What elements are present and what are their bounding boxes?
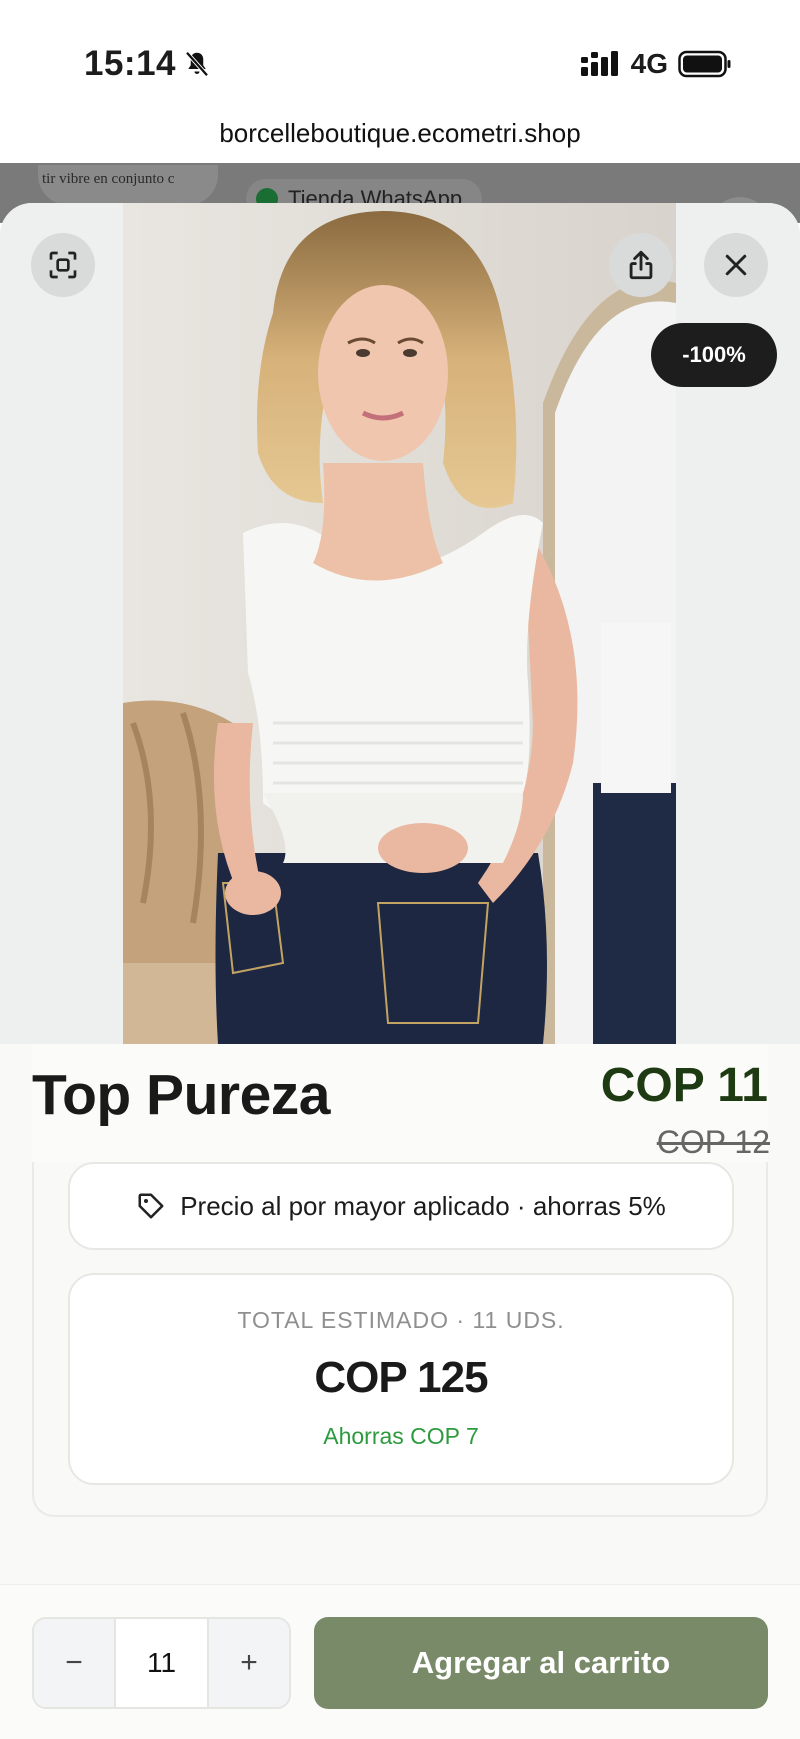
product-title: Top Pureza (32, 1063, 330, 1127)
product-photo-illustration (123, 203, 676, 1044)
close-icon (725, 254, 747, 276)
product-modal: -100% Top Pureza COP 11 COP 12 Precio al… (0, 203, 800, 1739)
status-time: 15:14 (84, 44, 177, 83)
battery-icon (678, 50, 731, 78)
price-original: COP 12 (656, 1124, 770, 1160)
status-indicators: 4G (580, 48, 732, 80)
product-image-area: -100% (0, 203, 800, 1044)
expand-icon (49, 251, 77, 279)
decrement-button[interactable]: − (34, 1619, 114, 1707)
estimated-total-label: TOTAL ESTIMADO · 11 UDS. (237, 1307, 565, 1333)
status-time-group: 15:14 (84, 44, 212, 84)
browser-url[interactable]: borcelleboutique.ecometri.shop (0, 118, 800, 149)
discount-badge: -100% (651, 323, 777, 387)
add-to-cart-button[interactable]: Agregar al carrito (314, 1617, 768, 1709)
wholesale-notice-text: Precio al por mayor aplicado · ahorras 5… (180, 1190, 666, 1221)
cart-bar: − 11 + Agregar al carrito (0, 1584, 800, 1739)
fullscreen-button[interactable] (31, 233, 95, 297)
close-button[interactable] (704, 233, 768, 297)
price-current: COP 11 (600, 1059, 768, 1112)
background-banner: tir vibre en conjunto c (38, 165, 218, 205)
status-bar: 15:14 4G borcelleboutique.ecometri.shop (0, 0, 800, 148)
network-type: 4G (630, 48, 668, 79)
wholesale-notice: Precio al por mayor aplicado · ahorras 5… (68, 1162, 734, 1250)
increment-button[interactable]: + (209, 1619, 289, 1707)
pricing-card: Precio al por mayor aplicado · ahorras 5… (32, 1162, 768, 1517)
share-button[interactable] (609, 233, 673, 297)
bell-slash-icon (185, 51, 209, 77)
estimated-total-box: TOTAL ESTIMADO · 11 UDS. COP 125 Ahorras… (68, 1273, 734, 1485)
share-icon (629, 250, 653, 280)
signal-icon (580, 51, 618, 76)
quantity-stepper: − 11 + (32, 1617, 291, 1709)
product-header: Top Pureza COP 11 COP 12 (32, 1044, 770, 1162)
product-photo (123, 203, 676, 1044)
tag-icon (138, 1193, 164, 1219)
estimated-total-value: COP 125 (314, 1353, 488, 1402)
savings-text: Ahorras COP 7 (323, 1423, 479, 1449)
quantity-value[interactable]: 11 (114, 1619, 209, 1707)
